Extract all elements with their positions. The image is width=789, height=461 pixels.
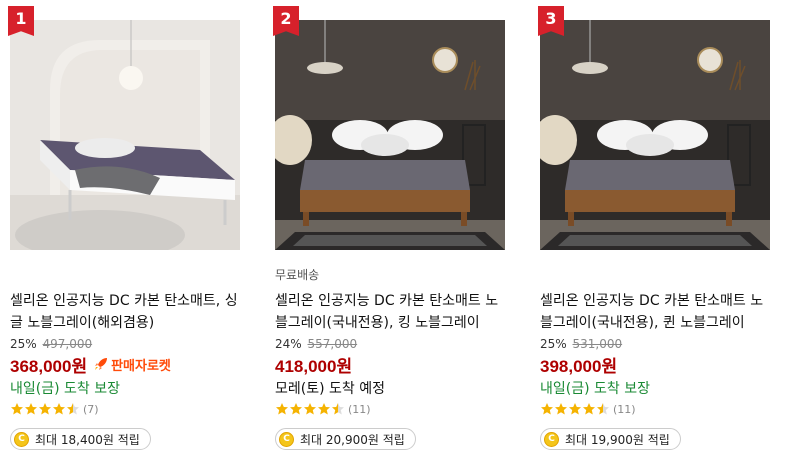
reward-badge: C 최대 20,900원 적립	[275, 428, 416, 450]
reward-badge: C 최대 18,400원 적립	[10, 428, 151, 450]
sale-price: 418,000원	[275, 356, 353, 376]
product-title[interactable]: 셀리온 인공지능 DC 카본 탄소매트 노블그레이(국내전용), 퀸 노블그레이	[540, 290, 770, 334]
rocket-icon	[95, 358, 108, 370]
original-price: 497,000	[42, 337, 93, 351]
coin-icon: C	[279, 431, 294, 447]
review-count: (7)	[83, 402, 99, 416]
star-icon	[39, 403, 51, 415]
star-icon	[555, 403, 567, 415]
discount-rate: 25%	[10, 337, 37, 351]
sale-price: 368,000원	[10, 356, 88, 376]
delivery-info: 내일(금) 도착 보장	[540, 381, 650, 397]
price-box: 25% 531,000 398,000원	[540, 336, 623, 376]
reward-text: 최대 19,900원 적립	[565, 432, 670, 447]
star-rating	[540, 402, 610, 416]
product-image[interactable]	[10, 20, 240, 250]
half-star-icon	[597, 403, 609, 415]
product-card[interactable]: 2 무료배송 셀리온 인공지능 DC 카본 탄소매트 노블그레이(국내전용), …	[273, 0, 515, 461]
star-icon	[541, 403, 553, 415]
product-title[interactable]: 셀리온 인공지능 DC 카본 탄소매트, 싱글 노블그레이(해외겸용)	[10, 290, 240, 334]
rating: (11)	[540, 400, 636, 418]
bedroom-photo-3	[540, 20, 770, 250]
star-icon	[290, 403, 302, 415]
coin-icon: C	[14, 431, 29, 447]
star-icon	[318, 403, 330, 415]
price-box: 25% 497,000 368,000원 판매자로켓	[10, 336, 171, 376]
rating: (11)	[275, 400, 371, 418]
product-card[interactable]: 1 셀리온 인공지능 DC 카본 탄소매트, 싱글 노블그레이(해외겸용) 25…	[8, 0, 250, 461]
delivery-info: 모레(토) 도착 예정	[275, 381, 385, 397]
product-image[interactable]	[540, 20, 770, 250]
half-star-icon	[67, 403, 79, 415]
reward-text: 최대 18,400원 적립	[35, 432, 140, 447]
product-card[interactable]: 3 셀리온 인공지능 DC 카본 탄소매트 노블그레이(국내전용), 퀸 노블그…	[538, 0, 780, 461]
discount-rate: 24%	[275, 337, 302, 351]
original-price: 557,000	[307, 337, 358, 351]
star-icon	[569, 403, 581, 415]
discount-rate: 25%	[540, 337, 567, 351]
review-count: (11)	[613, 402, 636, 416]
sale-price: 398,000원	[540, 356, 618, 376]
product-title[interactable]: 셀리온 인공지능 DC 카본 탄소매트 노블그레이(국내전용), 킹 노블그레이	[275, 290, 505, 334]
review-count: (11)	[348, 402, 371, 416]
star-rating	[275, 402, 345, 416]
star-icon	[53, 403, 65, 415]
star-icon	[583, 403, 595, 415]
star-icon	[25, 403, 37, 415]
price-box: 24% 557,000 418,000원	[275, 336, 358, 376]
reward-text: 최대 20,900원 적립	[300, 432, 405, 447]
product-image[interactable]	[275, 20, 505, 250]
half-star-icon	[332, 403, 344, 415]
reward-badge: C 최대 19,900원 적립	[540, 428, 681, 450]
rocket-badge-label: 판매자로켓	[111, 358, 171, 374]
seller-rocket-badge: 판매자로켓	[93, 355, 171, 374]
star-icon	[304, 403, 316, 415]
star-rating	[10, 402, 80, 416]
shipping-label: 무료배송	[275, 268, 320, 282]
delivery-info: 내일(금) 도착 보장	[10, 381, 120, 397]
star-icon	[11, 403, 23, 415]
bedroom-photo-2	[275, 20, 505, 250]
bedroom-photo-1	[10, 20, 240, 250]
original-price: 531,000	[572, 337, 623, 351]
star-icon	[276, 403, 288, 415]
coin-icon: C	[544, 431, 559, 447]
rating: (7)	[10, 400, 99, 418]
